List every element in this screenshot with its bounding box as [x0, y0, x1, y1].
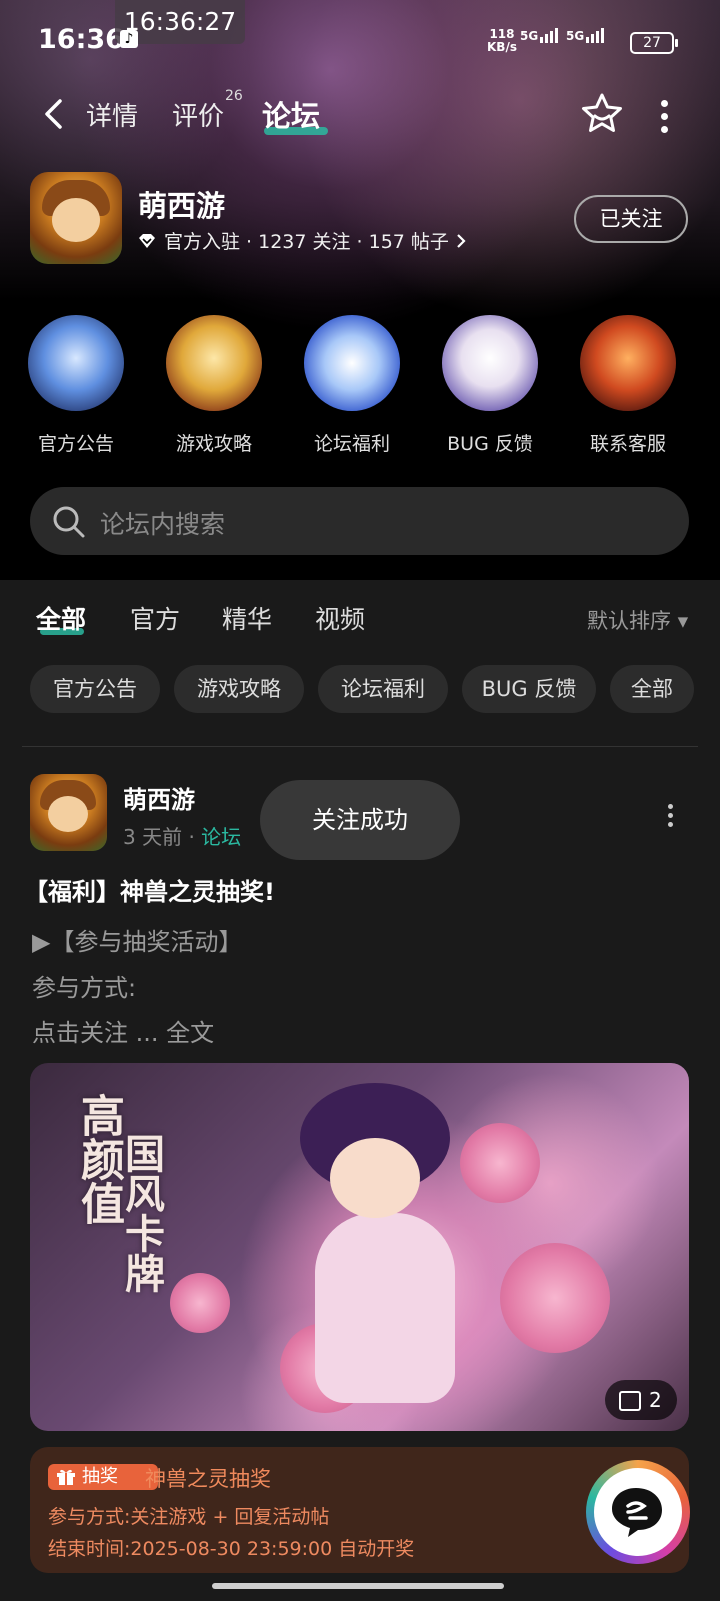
- category-game-guide[interactable]: 游戏攻略: [154, 315, 274, 456]
- post-forum-link[interactable]: 论坛: [201, 825, 241, 849]
- tiktok-icon: ♪: [120, 30, 138, 48]
- feed-tab-official[interactable]: 官方: [130, 600, 180, 636]
- search-icon: [53, 506, 85, 538]
- forum-search-input[interactable]: 论坛内搜索: [30, 487, 689, 555]
- feed-tab-featured[interactable]: 精华: [222, 600, 272, 636]
- app-icon: [30, 172, 122, 264]
- chip-game-guide[interactable]: 游戏攻略: [174, 665, 304, 713]
- post-more-icon[interactable]: [666, 804, 674, 828]
- avatar[interactable]: [30, 774, 107, 851]
- chip-official-announcement[interactable]: 官方公告: [30, 665, 160, 713]
- chat-bubble-icon: [612, 1488, 662, 1537]
- post-time: 3 天前: [123, 825, 183, 849]
- search-placeholder: 论坛内搜索: [100, 510, 226, 539]
- diamond-icon: [139, 233, 155, 248]
- lottery-badge: 抽奖: [48, 1464, 158, 1490]
- signal-bars-icon: [540, 28, 560, 43]
- category-label: 官方公告: [37, 433, 114, 455]
- chevron-right-icon: [457, 233, 466, 248]
- post-body-text: 点击关注: [32, 1019, 128, 1047]
- tab-details[interactable]: 详情: [86, 96, 138, 133]
- category-label: 论坛福利: [313, 433, 390, 455]
- home-indicator[interactable]: [212, 1583, 504, 1589]
- sort-dropdown[interactable]: 默认排序 ▾: [587, 605, 688, 635]
- category-label: 联系客服: [589, 433, 666, 455]
- category-customer-service[interactable]: 联系客服: [568, 315, 688, 456]
- status-time: 16:36: [38, 24, 124, 55]
- star-favorite-icon[interactable]: [580, 92, 624, 136]
- forum-welfare-icon: [304, 315, 400, 411]
- lottery-title: 神兽之灵抽奖: [145, 1467, 271, 1491]
- post-meta: 3 天前 · 论坛: [123, 825, 242, 849]
- gift-icon: [57, 1469, 75, 1485]
- image-calligraphy-2: 国风卡牌: [118, 1133, 165, 1293]
- signal-1-label: 5G: [520, 29, 539, 43]
- signal-2: 5G: [566, 28, 606, 43]
- full-text-link[interactable]: 全文: [166, 1019, 214, 1047]
- category-label: 游戏攻略: [175, 433, 252, 455]
- signal-bars-icon: [586, 28, 606, 43]
- signal-2-label: 5G: [566, 29, 585, 43]
- net-speed: 118 KB/s: [487, 28, 517, 54]
- toast-message: 关注成功: [260, 780, 460, 860]
- app-name: 萌西游: [138, 189, 226, 223]
- chip-all[interactable]: 全部: [610, 665, 694, 713]
- category-forum-welfare[interactable]: 论坛福利: [292, 315, 412, 456]
- lottery-method: 参与方式:关注游戏 + 回复活动帖: [48, 1506, 330, 1528]
- post-body-line: ▶【参与抽奖活动】: [32, 928, 243, 956]
- category-label: BUG 反馈: [447, 433, 533, 455]
- follow-button[interactable]: 已关注: [574, 195, 688, 243]
- lottery-end-time: 结束时间:2025-08-30 23:59:00 自动开奖: [48, 1538, 415, 1560]
- battery-level: 27: [643, 35, 661, 51]
- bug-feedback-icon: [442, 315, 538, 411]
- game-guide-icon: [166, 315, 262, 411]
- net-speed-unit: KB/s: [487, 40, 517, 54]
- post-body-line: 点击关注 ... 全文: [32, 1013, 214, 1048]
- divider: [22, 746, 698, 747]
- lottery-badge-label: 抽奖: [82, 1466, 118, 1487]
- post-title[interactable]: 【福利】神兽之灵抽奖!: [24, 872, 275, 907]
- tab-forum[interactable]: 论坛: [262, 93, 320, 135]
- official-announcement-icon: [28, 315, 124, 411]
- category-bug-feedback[interactable]: BUG 反馈: [430, 315, 550, 456]
- post-ellipsis: ...: [128, 1019, 167, 1047]
- post-body-line: 参与方式:: [32, 974, 137, 1002]
- review-count-badge: 26: [225, 88, 243, 104]
- image-count: 2: [649, 1388, 662, 1412]
- feed-tab-video[interactable]: 视频: [315, 600, 365, 636]
- signal-1: 5G: [520, 28, 560, 43]
- app-meta-text: 官方入驻 · 1237 关注 · 157 帖子: [164, 231, 449, 253]
- battery-icon: 27: [630, 32, 678, 54]
- post-image[interactable]: 高颜值 国风卡牌: [30, 1063, 689, 1431]
- back-arrow-icon[interactable]: [40, 98, 70, 130]
- chip-bug-feedback[interactable]: BUG 反馈: [462, 665, 596, 713]
- feed-tab-all[interactable]: 全部: [36, 600, 86, 636]
- image-count-badge: 2: [605, 1380, 677, 1420]
- chat-fab-button[interactable]: [586, 1460, 690, 1564]
- post-author[interactable]: 萌西游: [123, 780, 195, 815]
- app-meta[interactable]: 官方入驻 · 1237 关注 · 157 帖子: [138, 227, 467, 254]
- tab-reviews[interactable]: 评价: [172, 96, 224, 133]
- image-icon: [619, 1391, 641, 1411]
- chip-forum-welfare[interactable]: 论坛福利: [318, 665, 448, 713]
- category-official-announcement[interactable]: 官方公告: [16, 315, 136, 456]
- more-menu-icon[interactable]: [660, 100, 668, 133]
- customer-service-icon: [580, 315, 676, 411]
